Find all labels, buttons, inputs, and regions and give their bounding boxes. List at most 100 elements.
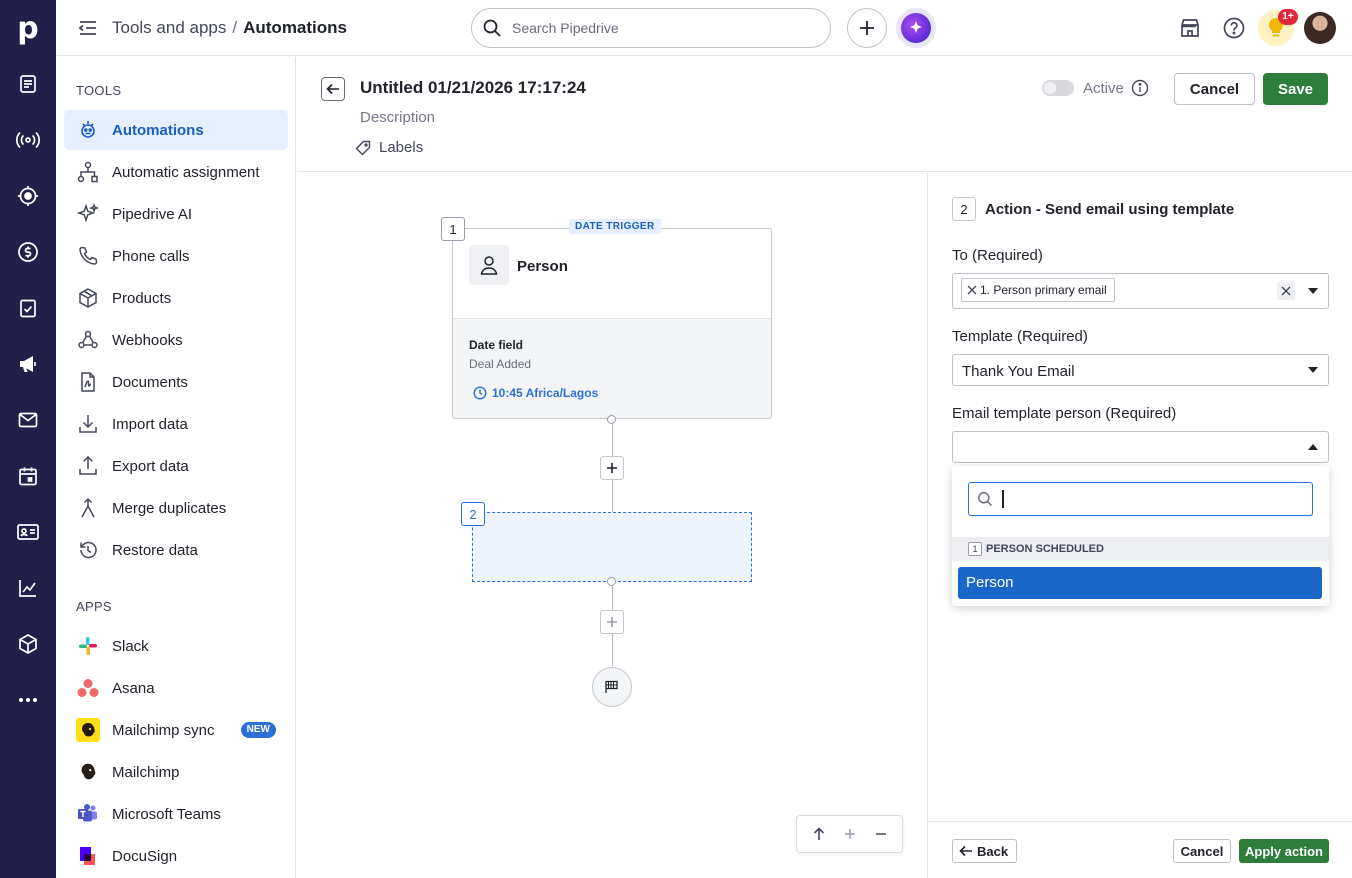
sidebar-item-restore-data[interactable]: Restore data (64, 530, 288, 570)
sidebar-item-mailchimp-sync[interactable]: Mailchimp sync NEW (64, 710, 288, 750)
save-button[interactable]: Save (1263, 73, 1328, 105)
sidebar-item-phone-calls[interactable]: Phone calls (64, 236, 288, 276)
broadcast-icon (15, 129, 41, 151)
help-icon[interactable] (1222, 16, 1246, 40)
remove-chip-icon[interactable] (966, 284, 978, 296)
sparkle-icon (76, 202, 100, 226)
panel-back-button[interactable]: Back (952, 839, 1018, 863)
zoom-in-icon[interactable] (838, 822, 862, 846)
workflow-canvas[interactable]: DATE TRIGGER Person Date field Deal Adde… (297, 173, 927, 878)
rail-deals-button[interactable] (0, 174, 56, 218)
date-field-title: Date field (469, 338, 524, 352)
dropdown-search-input[interactable] (1001, 490, 1301, 508)
dropdown-group-header: 1 PERSON SCHEDULED (952, 537, 1329, 561)
recipient-chip-text: 1. Person primary email (980, 283, 1107, 297)
template-select[interactable]: Thank You Email (952, 354, 1329, 386)
rail-more-button[interactable] (0, 678, 56, 722)
sidebar-item-automations[interactable]: Automations (64, 110, 288, 150)
rail-insights-button[interactable] (0, 566, 56, 610)
trigger-node[interactable]: DATE TRIGGER Person Date field Deal Adde… (452, 219, 772, 419)
pipedrive-logo[interactable]: p (0, 0, 56, 56)
automation-header: Untitled 01/21/2026 17:17:24 Description… (297, 57, 1352, 172)
apply-action-button[interactable]: Apply action (1239, 839, 1329, 863)
active-toggle[interactable] (1042, 80, 1074, 96)
sidebar-item-documents[interactable]: Documents (64, 362, 288, 402)
rail-leads-button[interactable] (0, 62, 56, 106)
rail-marketing-button[interactable] (0, 342, 56, 386)
rail-calendar-button[interactable] (0, 454, 56, 498)
sidebar-item-export-data[interactable]: Export data (64, 446, 288, 486)
restore-icon (76, 538, 100, 562)
tasks-icon (17, 297, 39, 319)
connector-dot (607, 415, 616, 424)
clear-icon[interactable] (1277, 282, 1295, 300)
rail-mail-button[interactable] (0, 398, 56, 442)
active-label: Active (1083, 80, 1124, 97)
person-select[interactable] (952, 431, 1329, 463)
chevron-down-icon[interactable] (1308, 367, 1318, 373)
action-placeholder-node[interactable] (472, 512, 752, 582)
sidebar-item-label: Products (112, 289, 172, 307)
zoom-out-icon[interactable] (869, 822, 893, 846)
tools-section-title: TOOLS (76, 83, 122, 98)
dropdown-option-person[interactable]: Person (958, 567, 1322, 599)
global-search[interactable] (471, 8, 831, 48)
dropdown-search[interactable] (968, 482, 1313, 516)
arrow-up-icon[interactable] (807, 822, 831, 846)
ai-assistant-button[interactable] (896, 8, 936, 48)
breadcrumb-automations: Automations (243, 18, 347, 37)
description-field[interactable]: Description (360, 109, 435, 126)
quick-add-button[interactable] (847, 8, 887, 48)
cancel-button[interactable]: Cancel (1174, 73, 1255, 105)
webhook-icon (76, 328, 100, 352)
sidebar-item-label: Mailchimp (112, 763, 180, 781)
rail-products-button[interactable] (0, 622, 56, 666)
sidebar-item-automatic-assignment[interactable]: Automatic assignment (64, 152, 288, 192)
panel-cancel-button[interactable]: Cancel (1173, 839, 1231, 863)
sidebar-item-label: Phone calls (112, 247, 190, 265)
rail-campaigns-button[interactable] (0, 118, 56, 162)
sidebar-item-webhooks[interactable]: Webhooks (64, 320, 288, 360)
sidebar-item-microsoft-teams[interactable]: Microsoft Teams (64, 794, 288, 834)
add-step-button-disabled[interactable] (600, 610, 624, 634)
mailchimp-icon (76, 760, 100, 784)
rail-contacts-button[interactable] (0, 510, 56, 554)
connector-line (612, 480, 613, 512)
search-input[interactable] (512, 18, 812, 38)
labels-button[interactable]: Labels (355, 139, 423, 156)
sidebar-item-docusign[interactable]: DocuSign (64, 836, 288, 876)
breadcrumb-tools-and-apps[interactable]: Tools and apps (112, 18, 226, 37)
sidebar-item-products[interactable]: Products (64, 278, 288, 318)
sidebar-item-label: Microsoft Teams (112, 805, 221, 823)
sidebar-item-import-data[interactable]: Import data (64, 404, 288, 444)
sidebar-item-label: Webhooks (112, 331, 183, 349)
docusign-icon (76, 844, 100, 868)
automation-title[interactable]: Untitled 01/21/2026 17:17:24 (360, 78, 586, 98)
sidebar-item-slack[interactable]: Slack (64, 626, 288, 666)
back-button[interactable] (321, 77, 345, 101)
rail-revenue-button[interactable] (0, 230, 56, 274)
megaphone-icon (17, 353, 39, 375)
add-step-button[interactable] (600, 456, 624, 480)
sidebar-item-asana[interactable]: Asana (64, 668, 288, 708)
product-box-icon (76, 286, 100, 310)
sidebar-item-merge-duplicates[interactable]: Merge duplicates (64, 488, 288, 528)
to-field[interactable]: 1. Person primary email (952, 273, 1329, 309)
marketplace-icon[interactable] (1178, 16, 1202, 40)
chevron-up-icon[interactable] (1308, 444, 1318, 450)
info-icon[interactable] (1131, 79, 1149, 97)
user-avatar[interactable] (1304, 12, 1336, 44)
slack-icon (76, 634, 100, 658)
plus-icon (858, 19, 876, 37)
sidebar-item-label: Automatic assignment (112, 163, 260, 181)
sidebar-item-pipedrive-ai[interactable]: Pipedrive AI (64, 194, 288, 234)
sidebar-item-label: Slack (112, 637, 149, 655)
collapse-menu-icon[interactable] (76, 16, 100, 40)
new-badge: NEW (240, 722, 276, 738)
chevron-down-icon[interactable] (1308, 288, 1318, 294)
calendar-icon (17, 465, 39, 487)
rail-activities-button[interactable] (0, 286, 56, 330)
plus-icon (606, 462, 618, 474)
trigger-details: Date field Deal Added 10:45 Africa/Lagos (453, 318, 771, 418)
sidebar-item-mailchimp[interactable]: Mailchimp (64, 752, 288, 792)
